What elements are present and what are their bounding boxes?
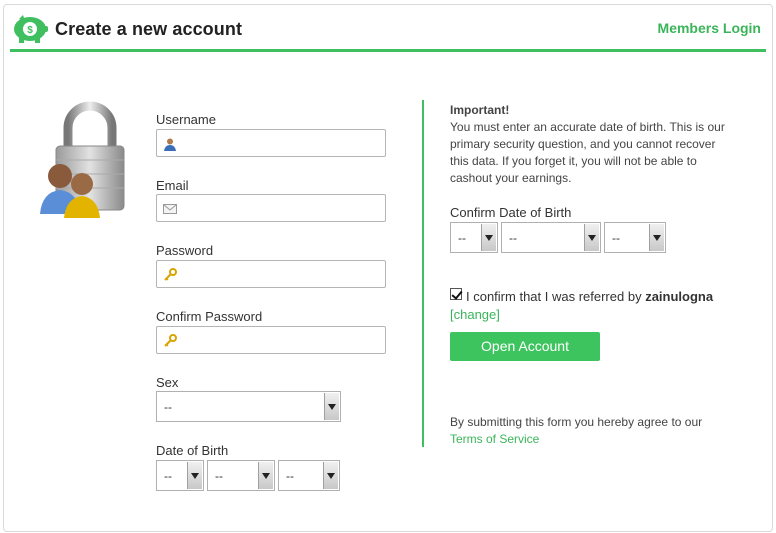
- envelope-icon: [163, 204, 177, 214]
- dob-year-select[interactable]: --: [278, 460, 340, 491]
- username-field[interactable]: [156, 129, 386, 157]
- svg-text:$: $: [27, 25, 33, 36]
- confirm-password-label: Confirm Password: [156, 309, 263, 324]
- chevron-down-icon: [481, 224, 496, 251]
- confirm-dob-month-value: --: [509, 231, 517, 245]
- password-label: Password: [156, 243, 214, 258]
- referral-confirm-checkbox[interactable]: [450, 288, 462, 300]
- key-icon: [164, 334, 177, 347]
- confirm-dob-year-select[interactable]: --: [604, 222, 666, 253]
- email-field[interactable]: [156, 194, 386, 222]
- username-input[interactable]: [181, 134, 379, 152]
- confirm-password-input[interactable]: [181, 331, 379, 349]
- referrer-name: zainulogna: [645, 289, 714, 304]
- chevron-down-icon: [649, 224, 664, 251]
- header-divider: [10, 49, 766, 52]
- sex-select[interactable]: --: [156, 391, 341, 422]
- dob-month-value: --: [215, 469, 223, 483]
- referral-confirm-text: I confirm that I was referred by: [466, 289, 642, 304]
- dob-month-select[interactable]: --: [207, 460, 275, 491]
- confirm-dob-label: Confirm Date of Birth: [450, 205, 572, 220]
- chevron-down-icon: [187, 462, 202, 489]
- important-title: Important!: [450, 103, 510, 117]
- chevron-down-icon: [584, 224, 599, 251]
- page-title: Create a new account: [55, 19, 243, 39]
- dob-label: Date of Birth: [156, 443, 229, 458]
- confirm-dob-day-value: --: [458, 231, 466, 245]
- column-divider: [422, 100, 424, 447]
- sex-select-value: --: [164, 400, 172, 414]
- chevron-down-icon: [258, 462, 273, 489]
- dob-day-select[interactable]: --: [156, 460, 204, 491]
- dob-year-value: --: [286, 469, 294, 483]
- email-label: Email: [156, 178, 189, 193]
- referral-confirm-label: I confirm that I was referred by zainulo…: [466, 289, 713, 304]
- password-field[interactable]: [156, 260, 386, 288]
- key-icon: [164, 268, 177, 281]
- username-label: Username: [156, 112, 216, 127]
- sex-label: Sex: [156, 375, 179, 390]
- page-frame: [3, 4, 773, 532]
- piggy-bank-logo-icon: $: [14, 15, 48, 43]
- password-input[interactable]: [181, 265, 379, 283]
- page-header: $ Create a new account Members Login: [3, 4, 773, 50]
- chevron-down-icon: [323, 462, 338, 489]
- lock-users-icon: [40, 101, 125, 218]
- confirm-dob-day-select[interactable]: --: [450, 222, 498, 253]
- terms-agreement-text: By submitting this form you hereby agree…: [450, 415, 703, 429]
- important-text: You must enter an accurate date of birth…: [450, 120, 725, 185]
- change-referrer-link[interactable]: [change]: [450, 307, 500, 322]
- dob-day-value: --: [164, 469, 172, 483]
- chevron-down-icon: [324, 393, 339, 420]
- open-account-button[interactable]: Open Account: [450, 332, 600, 361]
- confirm-dob-year-value: --: [612, 231, 620, 245]
- confirm-dob-month-select[interactable]: --: [501, 222, 601, 253]
- user-icon: [164, 138, 176, 151]
- members-login-link[interactable]: Members Login: [658, 20, 761, 36]
- confirm-password-field[interactable]: [156, 326, 386, 354]
- terms-of-service-link[interactable]: Terms of Service: [450, 432, 539, 446]
- email-input[interactable]: [181, 199, 379, 217]
